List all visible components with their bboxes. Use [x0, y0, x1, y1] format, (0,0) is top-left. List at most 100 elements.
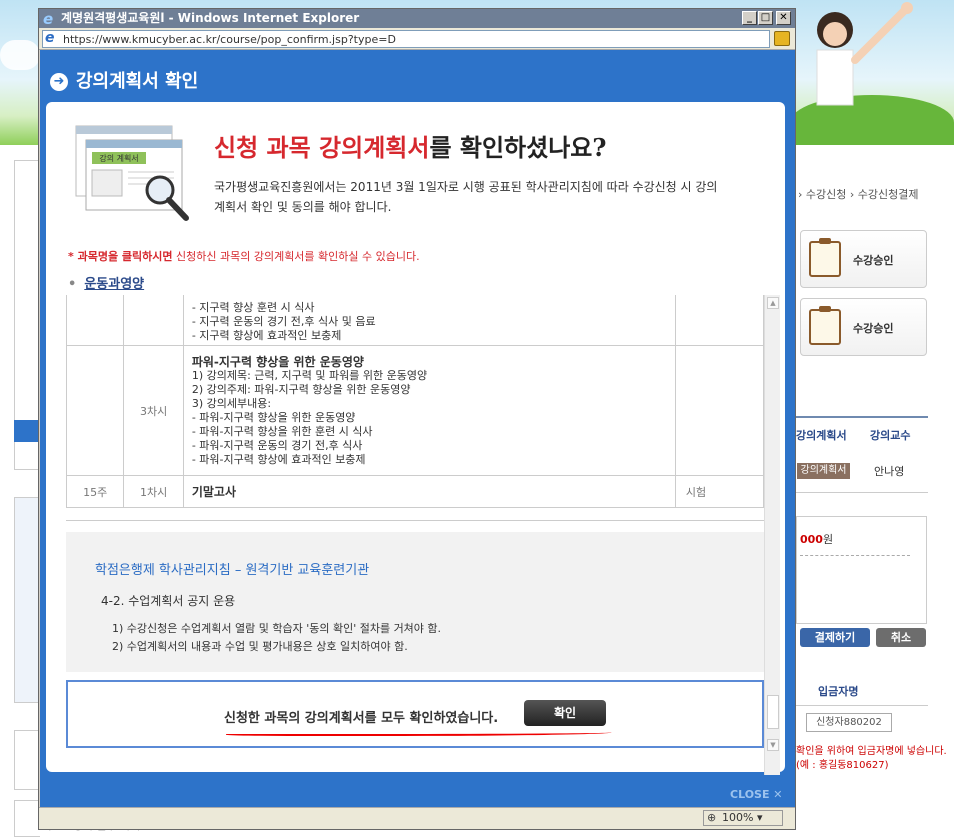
vertical-scrollbar[interactable]: ▲ ▼: [764, 295, 780, 775]
title-bar[interactable]: e 계명원격평생교육원l - Windows Internet Explorer…: [39, 9, 795, 28]
syllabus-table: - 지구력 향상 훈련 시 식사 - 지구력 운동의 경기 전,후 식사 및 음…: [66, 295, 764, 508]
content-cell: 파워-지구력 향상을 위한 운동영양 1) 강의제목: 근력, 지구력 및 파워…: [182, 345, 676, 476]
session-cell: 3차시: [123, 345, 184, 476]
week-cell: [66, 295, 125, 346]
url-text: https://www.kmucyber.ac.kr/course/pop_co…: [63, 33, 396, 46]
headline: 신청 과목 강의계획서를 확인하셨나요?: [214, 128, 606, 163]
bullet-icon: •: [68, 277, 77, 292]
course-link[interactable]: 운동과영양: [84, 277, 144, 292]
maximize-button[interactable]: □: [758, 11, 773, 25]
lock-icon[interactable]: [774, 31, 790, 46]
content-cell: - 지구력 향상 훈련 시 식사 - 지구력 운동의 경기 전,후 식사 및 음…: [182, 295, 676, 346]
headline-red: 신청 과목 강의계획서: [214, 133, 430, 162]
zoom-icon: ⊕: [707, 811, 717, 824]
price-unit: 원: [822, 533, 834, 546]
scroll-up-icon[interactable]: ▲: [767, 297, 779, 309]
dashed-divider: [800, 555, 910, 556]
notice: * 과목명을 클릭하시면 신청하신 과목의 강의계획서를 확인하실 수 있습니다…: [68, 248, 420, 264]
notice-rest: 신청하신 과목의 강의계획서를 확인하실 수 있습니다.: [172, 250, 420, 263]
content-line: - 파워-지구력 향상을 위한 운동영양: [191, 410, 356, 424]
content-line: 2) 강의주제: 파워-지구력 향상을 위한 운동영양: [191, 382, 411, 396]
content-line: - 파워-지구력 운동의 경기 전,후 식사: [191, 438, 363, 452]
red-underline: [226, 730, 612, 736]
syllabus-badge[interactable]: 강의계획서: [797, 463, 850, 479]
intro-text: 국가평생교육진흥원에서는 2011년 3월 1일자로 시행 공표된 학사관리지침…: [214, 180, 718, 214]
approve-box-2[interactable]: 수강승인: [800, 298, 927, 356]
clipboard-icon: [809, 306, 841, 345]
left-box: [14, 730, 40, 790]
course-item: • 운동과영양: [68, 273, 144, 292]
approve-label: 수강승인: [853, 322, 894, 335]
pay-button[interactable]: 결제하기: [800, 628, 870, 647]
syllabus-doc-icon: 강의 계획서: [75, 125, 189, 221]
table-top-line: [796, 416, 928, 418]
content-line: - 파워-지구력 향상에 효과적인 보충제: [191, 452, 366, 466]
content-cell: 기말고사: [182, 475, 676, 508]
popup-close-button[interactable]: CLOSE ✕: [730, 788, 783, 801]
confirm-box: 신청한 과목의 강의계획서를 모두 확인하였습니다. 확인: [66, 680, 764, 748]
content-line: 3) 강의세부내용:: [191, 396, 272, 410]
guideline-item: 2) 수업계획서의 내용과 수업 및 평가내용은 상호 일치하여야 함.: [112, 640, 408, 653]
syllabus-table-viewport[interactable]: - 지구력 향상 훈련 시 식사 - 지구력 운동의 경기 전,후 식사 및 음…: [66, 295, 764, 521]
note-cell: 시험: [674, 475, 764, 508]
professor-name: 안나영: [874, 465, 905, 478]
note-cell: [674, 295, 764, 346]
headline-rest: 를 확인하셨나요?: [429, 133, 607, 162]
divider: [796, 705, 928, 706]
col-professor: 강의교수: [870, 429, 911, 442]
left-tab[interactable]: [14, 420, 40, 442]
window-title: 계명원격평생교육원l - Windows Internet Explorer: [61, 11, 360, 25]
ie-window: e 계명원격평생교육원l - Windows Internet Explorer…: [38, 8, 796, 830]
person-illustration: [816, 2, 913, 106]
zoom-level: 100%: [722, 811, 754, 824]
url-field[interactable]: e https://www.kmucyber.ac.kr/course/pop_…: [42, 30, 770, 48]
depositor-note: 확인을 위하여 입금자명에 넣습니다. (예 : 홍길동810627): [796, 746, 947, 771]
depositor-label: 입금자명: [818, 685, 859, 698]
guideline-title: 학점은행제 학사관리지침 – 원격기반 교육훈련기관: [95, 563, 370, 578]
table-row: - 지구력 향상 훈련 시 식사 - 지구력 운동의 경기 전,후 식사 및 음…: [66, 295, 764, 346]
address-bar: e https://www.kmucyber.ac.kr/course/pop_…: [39, 28, 795, 50]
minimize-button[interactable]: _: [742, 11, 757, 25]
scroll-down-icon[interactable]: ▼: [767, 739, 779, 751]
zoom-control[interactable]: ⊕ 100% ▾: [703, 810, 783, 826]
session-cell: [123, 295, 184, 346]
guideline-section: 4-2. 수업계획서 공지 운용: [101, 594, 236, 608]
arrow-icon: ➜: [50, 73, 68, 91]
popup-title-text: 강의계획서 확인: [76, 71, 199, 92]
approve-label: 수강승인: [853, 254, 894, 267]
popup-content: ➜ 강의계획서 확인 강의 계획서 신청 과목 강의계획서를 확인하셨나요? 국가…: [40, 50, 795, 807]
ie-logo-icon: e: [43, 10, 54, 28]
divider: [796, 492, 928, 493]
scroll-thumb[interactable]: [767, 695, 779, 729]
approve-box-1[interactable]: 수강승인: [800, 230, 927, 288]
price: 000원: [800, 531, 833, 547]
content-line: - 지구력 향상에 효과적인 보충제: [191, 328, 342, 342]
session-cell: 1차시: [123, 475, 184, 508]
popup-panel: 강의 계획서 신청 과목 강의계획서를 확인하셨나요? 국가평생교육진흥원에서는…: [46, 102, 785, 775]
depositor-input[interactable]: 신청자880202: [806, 713, 892, 732]
cloud-shape: [0, 40, 40, 70]
confirm-button[interactable]: 확인: [524, 700, 606, 726]
clipboard-icon: [809, 238, 841, 277]
table-row: 15주 1차시 기말고사 시험: [66, 475, 764, 508]
content-line: - 파워-지구력 향상을 위한 훈련 시 식사: [191, 424, 373, 438]
content-line: 1) 강의제목: 근력, 지구력 및 파워를 위한 운동영양: [191, 368, 428, 382]
cancel-button[interactable]: 취소: [876, 628, 926, 647]
confirm-text: 신청한 과목의 강의계획서를 모두 확인하였습니다.: [224, 711, 499, 726]
doc-icon-label: 강의 계획서: [99, 153, 138, 163]
guideline-item: 1) 수강신청은 수업계획서 열람 및 학습자 '동의 확인' 절차를 거쳐야 …: [112, 622, 442, 635]
left-box: [14, 800, 40, 837]
content-title: 파워-지구력 향상을 위한 운동영양: [191, 354, 364, 369]
col-syllabus: 강의계획서: [796, 429, 847, 442]
content-title: 기말고사: [191, 484, 236, 499]
note-cell: [674, 345, 764, 476]
notice-bold: * 과목명을 클릭하시면: [68, 250, 173, 263]
breadcrumb: › 수강신청 › 수강신청결제: [798, 188, 919, 201]
content-line: - 지구력 향상 훈련 시 식사: [191, 300, 315, 314]
left-banner[interactable]: [14, 497, 40, 703]
close-window-button[interactable]: ✕: [776, 11, 791, 25]
status-bar: ⊕ 100% ▾: [39, 807, 795, 829]
ie-page-icon: e: [45, 30, 55, 46]
content-line: - 지구력 운동의 경기 전,후 식사 및 음료: [191, 314, 376, 328]
table-row: 3차시 파워-지구력 향상을 위한 운동영양 1) 강의제목: 근력, 지구력 …: [66, 345, 764, 476]
